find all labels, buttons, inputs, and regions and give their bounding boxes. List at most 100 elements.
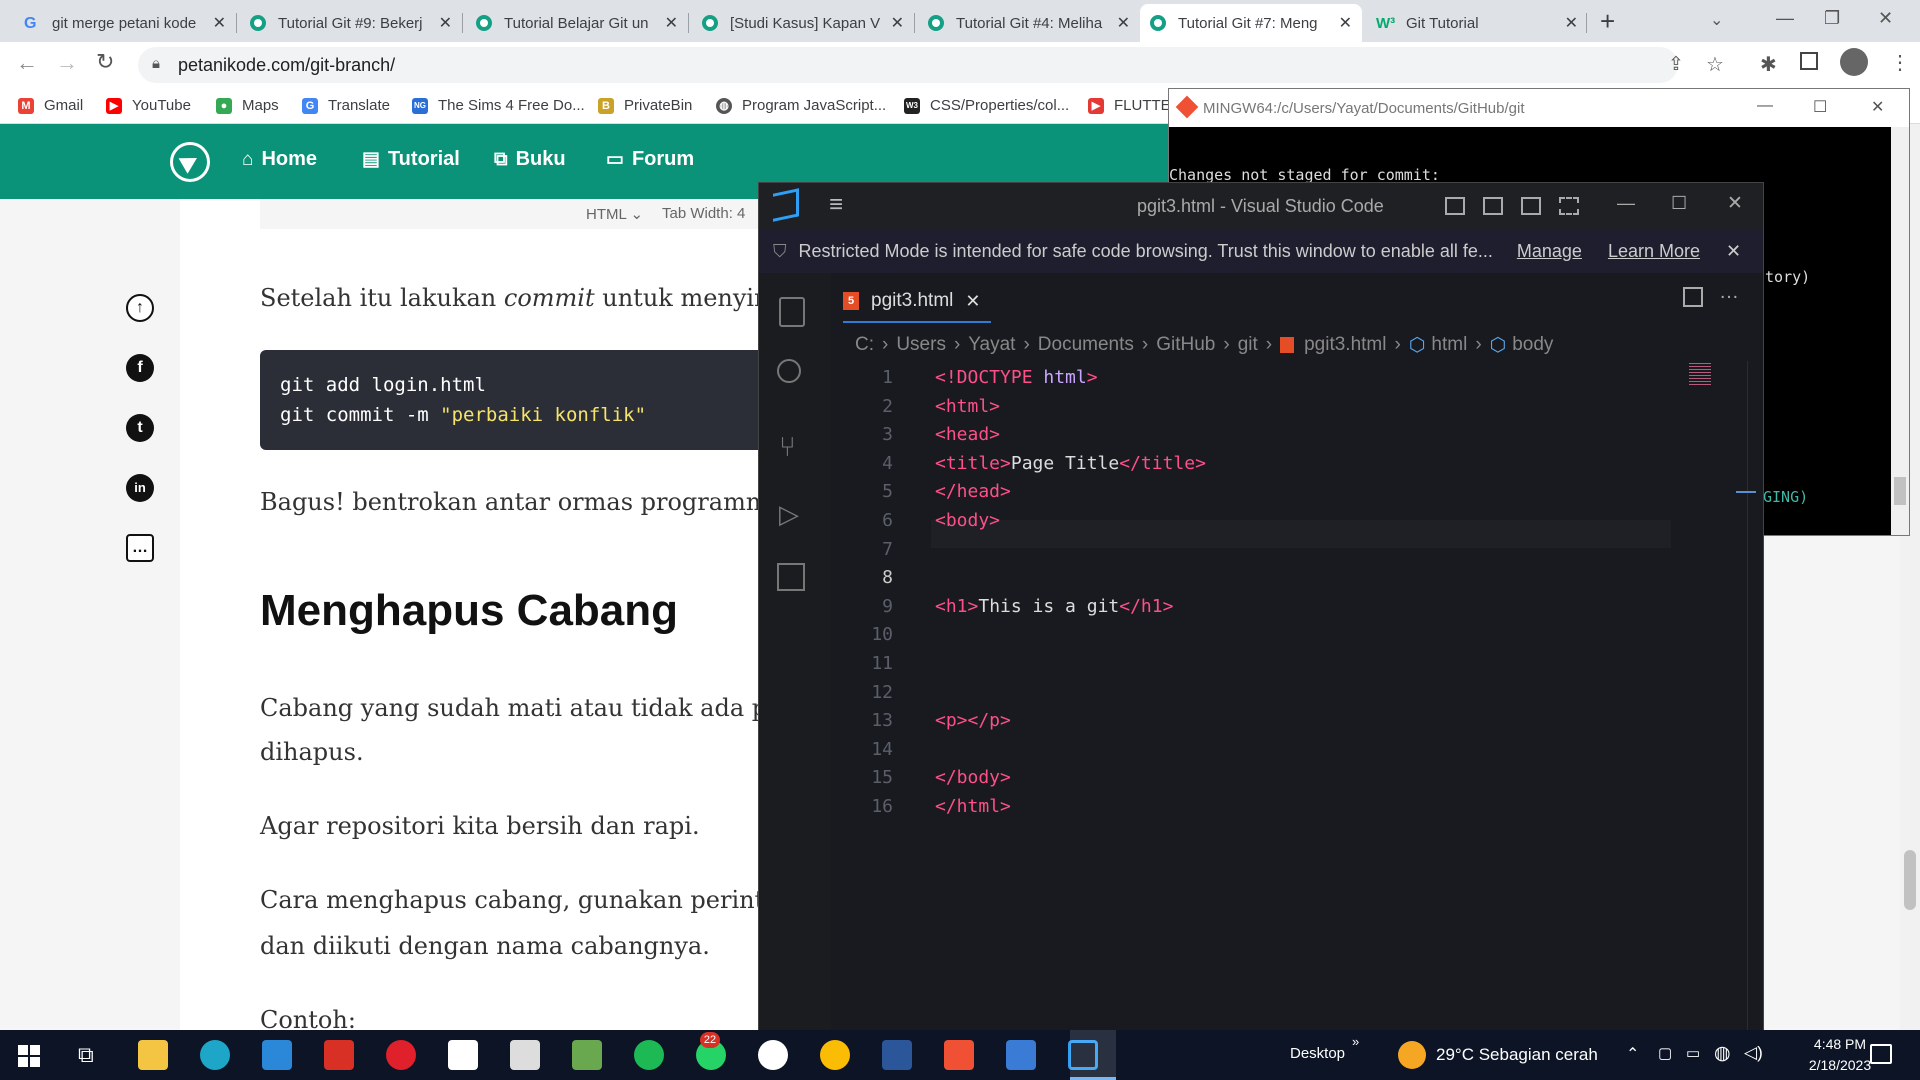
nav-home[interactable]: ⌂ Home [242, 148, 317, 171]
chevron-up-icon[interactable]: ⌃ [1626, 1044, 1639, 1064]
breadcrumb-item[interactable]: Documents [1038, 334, 1134, 356]
search-icon[interactable] [777, 359, 801, 383]
breadcrumb-item[interactable]: html [1431, 334, 1467, 356]
bookmark-item[interactable]: ● Maps [216, 97, 279, 114]
store-icon[interactable] [448, 1040, 478, 1070]
close-icon[interactable]: ✕ [1871, 97, 1884, 117]
chevron-icon[interactable]: » [1352, 1034, 1359, 1049]
arrow-up-icon[interactable]: ↑ [126, 294, 154, 322]
close-icon[interactable]: ✕ [213, 13, 226, 33]
toggle-panel-icon[interactable] [1483, 197, 1503, 215]
weather-text[interactable]: 29°C Sebagian cerah [1436, 1045, 1598, 1065]
browser-tab[interactable]: Tutorial Git #4: Meliha ✕ [918, 4, 1140, 42]
language-select[interactable]: HTML ⌄ [586, 205, 643, 223]
bookmark-item[interactable]: ▶ FLUTTE [1088, 97, 1171, 114]
minimize-icon[interactable]: — [1776, 8, 1794, 29]
paint-icon[interactable] [510, 1040, 540, 1070]
close-icon[interactable]: ✕ [891, 13, 904, 33]
bookmark-item[interactable]: NG The Sims 4 Free Do... [412, 97, 585, 114]
git-icon[interactable] [944, 1040, 974, 1070]
breadcrumb-item[interactable]: Users [896, 334, 946, 356]
tab-search-icon[interactable]: ⌄ [1710, 10, 1723, 30]
code-editor[interactable]: 1 <!DOCTYPE html> 2 <html> 3 <head> 4 <title>Pa… [831, 361, 1763, 1031]
nav-tutorial[interactable]: ▤ Tutorial [362, 148, 460, 171]
volume-icon[interactable]: ◁) [1744, 1043, 1763, 1063]
task-view-icon[interactable]: ⧉ [78, 1042, 94, 1068]
close-icon[interactable]: ✕ [439, 13, 452, 33]
meet-now-icon[interactable]: ▢ [1658, 1044, 1672, 1062]
side-panel-icon[interactable] [1800, 52, 1818, 70]
bookmark-item[interactable]: G Translate [302, 97, 390, 114]
bookmark-star-icon[interactable]: ☆ [1706, 52, 1724, 77]
nav-buku[interactable]: ⧉ Buku [494, 148, 566, 171]
minimize-icon[interactable]: — [1757, 97, 1773, 115]
url-text[interactable]: petanikode.com/git-branch/ [178, 55, 395, 76]
opera-icon[interactable] [386, 1040, 416, 1070]
reload-icon[interactable]: ↻ [96, 49, 114, 75]
avatar[interactable] [1840, 48, 1868, 76]
chrome-icon[interactable] [820, 1040, 850, 1070]
comment-icon[interactable]: … [126, 534, 154, 562]
minimize-icon[interactable]: — [1617, 193, 1635, 214]
share-icon[interactable]: ⇪ [1668, 53, 1684, 76]
breadcrumb-item[interactable]: Yayat [968, 334, 1015, 356]
photos-icon[interactable] [1006, 1040, 1036, 1070]
start-icon[interactable] [18, 1045, 40, 1067]
scrollbar-thumb[interactable] [1894, 477, 1906, 505]
source-control-icon[interactable]: ⑂ [779, 431, 796, 463]
close-icon[interactable]: ✕ [965, 291, 980, 312]
word-icon[interactable] [882, 1040, 912, 1070]
browser-tab-active[interactable]: Tutorial Git #7: Meng ✕ [1140, 4, 1362, 42]
close-icon[interactable]: ✕ [1565, 13, 1578, 33]
bookmark-item[interactable]: W3 CSS/Properties/col... [904, 97, 1069, 114]
breadcrumb-item[interactable]: git [1238, 334, 1258, 356]
customize-layout-icon[interactable] [1559, 197, 1579, 215]
facebook-icon[interactable]: f [126, 354, 154, 382]
spotify-icon[interactable] [634, 1040, 664, 1070]
extensions-icon[interactable] [777, 563, 805, 591]
browser-tab[interactable]: [Studi Kasus] Kapan V ✕ [692, 4, 914, 42]
maximize-icon[interactable]: ☐ [1671, 193, 1687, 214]
breadcrumb-item[interactable]: C: [855, 334, 874, 356]
extensions-icon[interactable]: ✱ [1760, 52, 1777, 77]
notification-center-icon[interactable] [1870, 1044, 1892, 1064]
browser-tab[interactable]: Tutorial Belajar Git un ✕ [466, 4, 688, 42]
breadcrumb-item[interactable]: pgit3.html [1304, 334, 1386, 356]
battery-icon[interactable]: ▭ [1686, 1044, 1700, 1062]
bookmark-item[interactable]: M Gmail [18, 97, 83, 114]
address-bar[interactable]: 🔒︎ petanikode.com/git-branch/ ⇪ ☆ [138, 47, 1724, 83]
breadcrumb-item[interactable]: GitHub [1156, 334, 1215, 356]
petanikode-logo-icon[interactable] [170, 142, 210, 182]
browser-tab[interactable]: G git merge petani kode ✕ [14, 4, 236, 42]
maximize-icon[interactable]: ☐ [1813, 97, 1827, 117]
close-icon[interactable]: ✕ [1727, 192, 1743, 215]
browser-tab[interactable]: W³ Git Tutorial ✕ [1366, 4, 1588, 42]
close-icon[interactable]: ✕ [665, 13, 678, 33]
scrollbar-thumb[interactable] [1904, 850, 1916, 910]
close-window-icon[interactable]: ✕ [1878, 8, 1893, 29]
file-explorer-icon[interactable] [138, 1040, 168, 1070]
toggle-sidebar-icon[interactable] [1445, 197, 1465, 215]
browser-tab[interactable]: Tutorial Git #9: Bekerj ✕ [240, 4, 462, 42]
manage-link[interactable]: Manage [1517, 241, 1582, 262]
run-debug-icon[interactable]: ▷ [779, 499, 799, 530]
scrollbar[interactable] [1891, 127, 1909, 535]
mail-icon[interactable] [262, 1040, 292, 1070]
split-editor-icon[interactable] [1683, 287, 1703, 307]
learn-more-link[interactable]: Learn More [1608, 241, 1700, 262]
more-actions-icon[interactable]: … [1719, 281, 1739, 304]
breadcrumb-item[interactable]: body [1512, 334, 1553, 356]
editor-tab[interactable]: 5 pgit3.html ✕ [843, 281, 991, 323]
bookmark-item[interactable]: B PrivateBin [598, 97, 692, 114]
explorer-icon[interactable] [779, 297, 805, 327]
nav-forum[interactable]: ▭ Forum [606, 148, 694, 171]
edge-icon[interactable] [200, 1040, 230, 1070]
hamburger-menu-icon[interactable]: ≡ [829, 191, 843, 219]
back-icon[interactable]: ← [16, 50, 38, 76]
bookmark-item[interactable]: ◍ Program JavaScript... [716, 97, 886, 114]
network-icon[interactable]: ◍ [1714, 1042, 1731, 1065]
clock-time[interactable]: 4:48 PM [1800, 1036, 1880, 1052]
menu-icon[interactable]: ⋮ [1890, 50, 1910, 75]
close-icon[interactable]: ✕ [1339, 13, 1352, 33]
close-icon[interactable]: ✕ [1117, 13, 1130, 33]
